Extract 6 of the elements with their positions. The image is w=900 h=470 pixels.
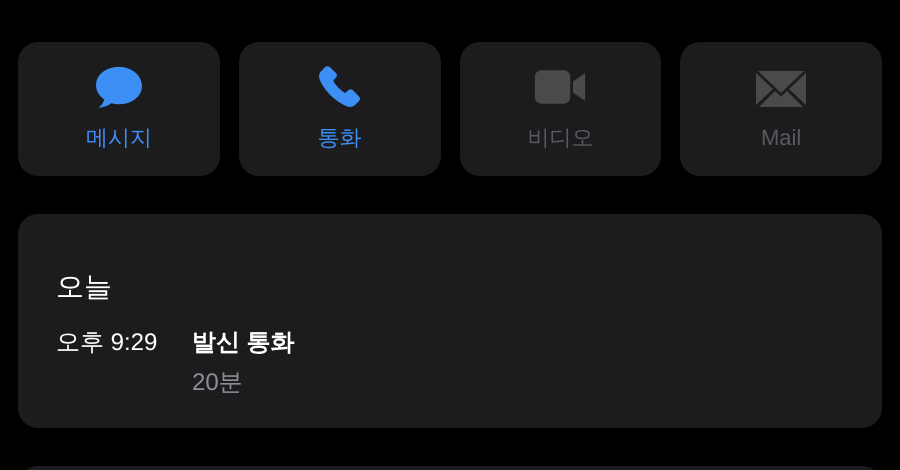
day-heading: 오늘 <box>56 270 113 304</box>
contact-action-button[interactable]: 메시지 <box>18 42 220 176</box>
contact-action-button[interactable]: 통화 <box>238 42 440 176</box>
call-duration: 20분 <box>192 368 244 398</box>
call-type: 발신 통화 <box>192 328 295 358</box>
call-time: 오후 9:29 <box>56 328 158 358</box>
